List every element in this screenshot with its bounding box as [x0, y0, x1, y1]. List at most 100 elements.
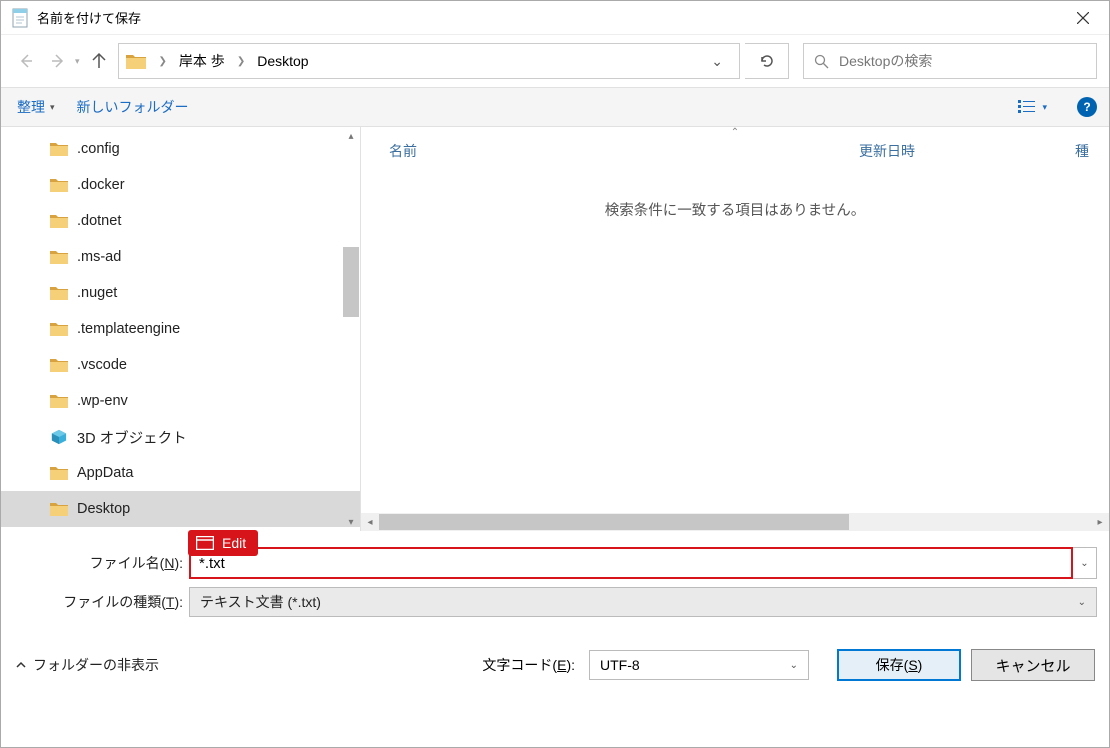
arrow-left-icon	[17, 52, 35, 70]
split-handle-icon[interactable]: ⌃	[731, 127, 739, 138]
tree-item[interactable]: .dotnet	[1, 203, 360, 239]
tree-item[interactable]: 3D オブジェクト	[1, 419, 360, 455]
filename-input[interactable]	[189, 547, 1073, 579]
nav-bar: ▾ ❯ 岸本 歩 ❯ Desktop ⌄ Desktopの検索	[1, 35, 1109, 87]
breadcrumb-user[interactable]: 岸本 歩	[175, 49, 229, 73]
main-area: .config .docker .dotnet .ms-ad .nuget .templa…	[1, 127, 1109, 531]
chevron-right-icon: ❯	[231, 56, 251, 67]
folder-icon	[49, 141, 69, 157]
tree-item-label: .templateengine	[77, 321, 180, 337]
back-button[interactable]	[13, 48, 39, 74]
tree-item[interactable]: .config	[1, 131, 360, 167]
tree-item[interactable]: AppData	[1, 455, 360, 491]
scroll-left-icon[interactable]: ◂	[361, 517, 379, 528]
breadcrumb-desktop[interactable]: Desktop	[253, 51, 312, 71]
column-type[interactable]: 種	[1059, 141, 1089, 161]
hide-folders-toggle[interactable]: フォルダーの非表示	[15, 655, 159, 675]
sidebar-scrollbar[interactable]: ▴ ▾	[342, 127, 360, 531]
notepad-app-icon	[11, 8, 29, 28]
encoding-value: UTF-8	[600, 657, 640, 673]
tree-item-label: 3D オブジェクト	[77, 427, 187, 448]
file-list-pane: ⌃ 名前 更新日時 種 検索条件に一致する項目はありません。 ◂ ▸	[360, 127, 1109, 531]
filename-history-dropdown[interactable]: ⌄	[1073, 547, 1097, 579]
save-form: ファイル名(N): ⌄ ファイルの種類(T): テキスト文書 (*.txt) ⌄	[1, 531, 1109, 631]
organize-menu[interactable]: 整理▾	[13, 93, 59, 121]
folder-icon	[49, 465, 69, 481]
view-mode-button[interactable]: ▾	[1018, 100, 1047, 114]
search-input[interactable]: Desktopの検索	[803, 43, 1097, 79]
hscroll-thumb[interactable]	[379, 514, 849, 530]
title-bar: 名前を付けて保存	[1, 1, 1109, 35]
chevron-right-icon: ❯	[153, 56, 173, 67]
folder-icon	[49, 285, 69, 301]
tree-item-label: .wp-env	[77, 393, 128, 409]
window-title: 名前を付けて保存	[37, 8, 1063, 27]
tree-item[interactable]: .nuget	[1, 275, 360, 311]
folder-icon	[49, 249, 69, 265]
edit-annotation-badge: Edit	[188, 530, 258, 556]
scroll-down-icon[interactable]: ▾	[342, 513, 360, 531]
scroll-up-icon[interactable]: ▴	[342, 127, 360, 145]
window-icon	[196, 536, 214, 550]
folder-tree-sidebar: .config .docker .dotnet .ms-ad .nuget .templa…	[1, 127, 360, 531]
toolbar: 整理▾ 新しいフォルダー ▾ ?	[1, 87, 1109, 127]
recent-dropdown[interactable]: ▾	[75, 56, 80, 67]
help-button[interactable]: ?	[1077, 97, 1097, 117]
tree-item-label: .dotnet	[77, 213, 121, 229]
close-icon	[1077, 12, 1089, 24]
scroll-thumb[interactable]	[343, 247, 359, 317]
tree-item[interactable]: .ms-ad	[1, 239, 360, 275]
chevron-down-icon: ⌄	[1078, 597, 1086, 608]
filename-label: ファイル名(N):	[13, 553, 189, 573]
refresh-icon	[759, 53, 775, 69]
tree-item-label: .vscode	[77, 357, 127, 373]
tree-item[interactable]: .wp-env	[1, 383, 360, 419]
folder-icon	[49, 357, 69, 373]
folder-icon	[125, 51, 147, 71]
chevron-down-icon[interactable]: ⌄	[711, 53, 733, 70]
arrow-right-icon	[49, 52, 67, 70]
folder-icon	[49, 501, 69, 517]
save-button[interactable]: 保存(S)	[837, 649, 961, 681]
new-folder-button[interactable]: 新しいフォルダー	[77, 97, 189, 117]
tree-item-label: .docker	[77, 177, 125, 193]
tree-item-label: .nuget	[77, 285, 117, 301]
tree-item[interactable]: Desktop	[1, 491, 360, 527]
3d-objects-icon	[49, 429, 69, 445]
empty-message: 検索条件に一致する項目はありません。	[361, 199, 1109, 220]
folder-icon	[49, 393, 69, 409]
scroll-right-icon[interactable]: ▸	[1091, 517, 1109, 528]
encoding-select[interactable]: UTF-8 ⌄	[589, 650, 809, 680]
encoding-label: 文字コード(E):	[482, 655, 575, 675]
filetype-label: ファイルの種類(T):	[13, 592, 189, 612]
tree-item[interactable]: .templateengine	[1, 311, 360, 347]
content-hscrollbar[interactable]: ◂ ▸	[361, 513, 1109, 531]
filetype-select[interactable]: テキスト文書 (*.txt) ⌄	[189, 587, 1097, 617]
tree-item-label: .ms-ad	[77, 249, 121, 265]
folder-icon	[49, 213, 69, 229]
search-placeholder: Desktopの検索	[839, 51, 932, 71]
refresh-button[interactable]	[745, 43, 789, 79]
folder-icon	[49, 177, 69, 193]
edit-badge-label: Edit	[222, 535, 246, 551]
arrow-up-icon	[90, 52, 108, 70]
filetype-value: テキスト文書 (*.txt)	[200, 592, 321, 612]
search-icon	[814, 54, 829, 69]
up-button[interactable]	[86, 48, 112, 74]
tree-item-label: AppData	[77, 465, 133, 481]
chevron-up-icon	[15, 659, 27, 671]
tree-item-label: .config	[77, 141, 120, 157]
cancel-button[interactable]: キャンセル	[971, 649, 1095, 681]
list-view-icon	[1018, 100, 1036, 114]
folder-icon	[49, 321, 69, 337]
column-name[interactable]: 名前	[389, 141, 859, 161]
tree-item[interactable]: .docker	[1, 167, 360, 203]
tree-item-label: Desktop	[77, 501, 130, 517]
tree-item[interactable]: .vscode	[1, 347, 360, 383]
chevron-down-icon: ⌄	[790, 660, 798, 671]
breadcrumb[interactable]: ❯ 岸本 歩 ❯ Desktop ⌄	[118, 43, 740, 79]
dialog-footer: フォルダーの非表示 文字コード(E): UTF-8 ⌄ 保存(S) キャンセル	[1, 631, 1109, 695]
forward-button[interactable]	[45, 48, 71, 74]
close-button[interactable]	[1063, 3, 1103, 33]
column-date[interactable]: 更新日時	[859, 141, 1059, 161]
